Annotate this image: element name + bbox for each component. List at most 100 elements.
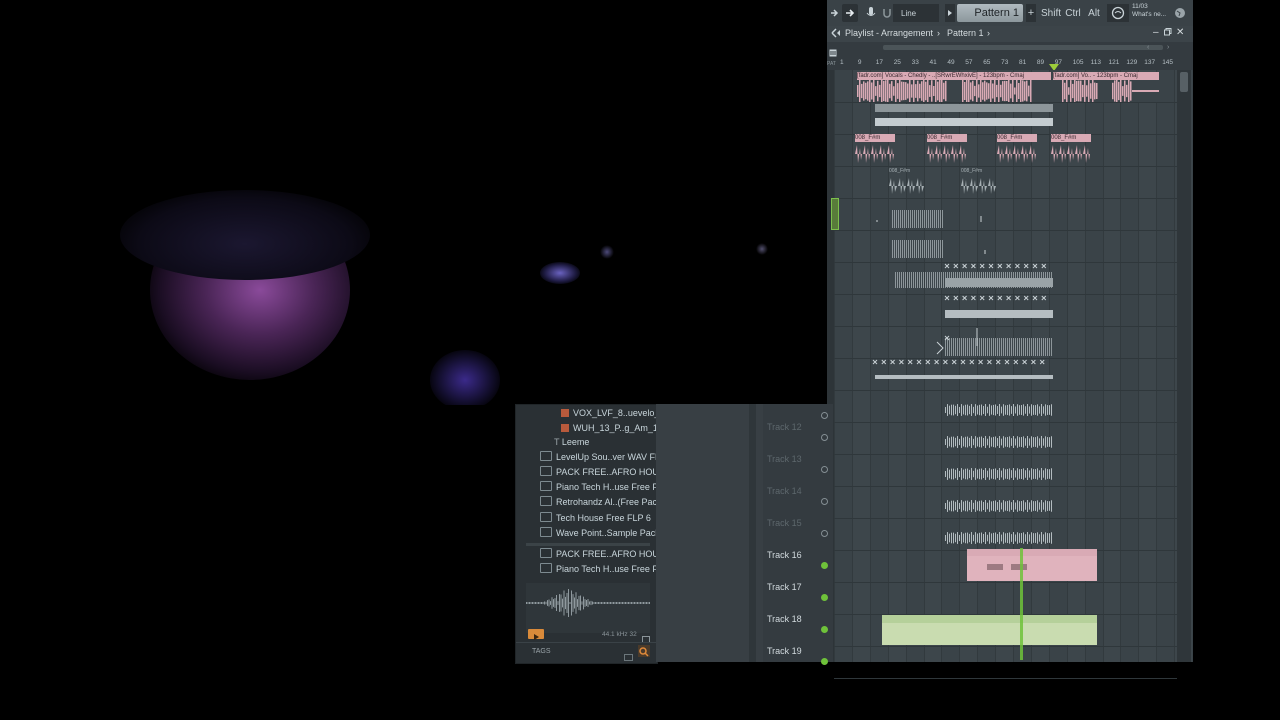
browser-item[interactable]: WUH_13_P..g_Am_123	[516, 421, 657, 436]
track-name[interactable]: Track 14	[767, 486, 802, 496]
pattern-selector[interactable]: Pattern 1	[957, 4, 1023, 22]
track-mute-led[interactable]	[821, 530, 828, 537]
gray-clip[interactable]	[945, 528, 1053, 548]
add-pattern-button[interactable]: +	[1026, 4, 1036, 22]
track-name[interactable]: Track 13	[767, 454, 802, 464]
timeline-ruler[interactable]: ‹ › PAT 1 9 17 25 33 41 49 57 65 73 81 89 97 105 113 12…	[827, 42, 1193, 71]
track-mute-led[interactable]	[821, 594, 828, 601]
ctrl-key[interactable]: Ctrl	[1063, 4, 1083, 22]
track-mute-led[interactable]	[821, 562, 828, 569]
folder-icon[interactable]	[624, 648, 633, 666]
track-name[interactable]: Track 19	[767, 646, 802, 656]
track-name[interactable]: Track 16	[767, 550, 802, 560]
ruler-tick: 41	[929, 59, 937, 66]
pat-icon[interactable]	[829, 44, 837, 57]
horizontal-scrollbar[interactable]	[883, 45, 1163, 50]
track18-clip[interactable]	[882, 623, 1097, 645]
snap-selector[interactable]: Line	[893, 4, 939, 22]
pattern-clip-row2[interactable]	[875, 104, 1053, 112]
alt-key[interactable]: Alt	[1085, 4, 1103, 22]
track-mute-led[interactable]	[821, 466, 828, 473]
clip-vocals-2[interactable]: [fadr.com] Vo.. - 123bpm - Cmaj	[1053, 72, 1159, 80]
playlist-title: Playlist - Arrangement	[845, 28, 934, 38]
splitter[interactable]	[749, 404, 756, 662]
track-name[interactable]: Track 12	[767, 422, 802, 432]
browser-item[interactable]: Piano Tech H..use Free FLP	[516, 562, 657, 577]
news-icon[interactable]	[1107, 4, 1129, 22]
minimize-icon[interactable]: –	[1153, 27, 1159, 38]
browser-item[interactable]: Tech House Free FLP 6	[516, 511, 657, 526]
ruler-tick: 121	[1108, 59, 1120, 66]
list-divider	[526, 543, 650, 546]
play-preview-icon[interactable]	[528, 629, 544, 640]
file-browser: VOX_LVF_8..uevelo_Am WUH_13_P..g_Am_123 T …	[515, 404, 658, 664]
gray-clip[interactable]	[945, 432, 1053, 452]
scroll-left-icon[interactable]: ‹	[1147, 44, 1155, 51]
text-file-icon: T	[554, 437, 562, 447]
browser-item[interactable]: PACK FREE..AFRO HOUSE)	[516, 547, 657, 562]
ctrl-label: Ctrl	[1065, 7, 1081, 19]
browser-item[interactable]: Retrohandz Al..(Free Pack)	[516, 495, 657, 510]
track-name[interactable]: Track 15	[767, 518, 802, 528]
ruler-tick: 137	[1144, 59, 1156, 66]
close-icon[interactable]: ✕	[1176, 27, 1184, 38]
clip-008-waveform	[927, 143, 967, 165]
globe-icon[interactable]	[1173, 4, 1187, 22]
microphone-icon[interactable]	[864, 4, 878, 22]
browser-item[interactable]: VOX_LVF_8..uevelo_Am	[516, 406, 657, 421]
track-mute-led[interactable]	[821, 434, 828, 441]
gray-clip[interactable]	[945, 464, 1053, 484]
clip-008[interactable]: 008_F#m	[1051, 134, 1091, 142]
folder-icon	[540, 466, 552, 476]
vocals-waveform	[857, 80, 1159, 102]
tags-bar[interactable]: TAGS	[516, 642, 657, 663]
playlist-title-bar: Playlist - Arrangement › Pattern 1 › – ✕	[827, 26, 1193, 42]
arrow-right-icon[interactable]	[842, 4, 858, 22]
pattern-clip-row3[interactable]	[875, 118, 1053, 126]
folder-icon	[540, 548, 552, 558]
shift-key[interactable]: Shift	[1041, 4, 1061, 22]
browser-item-label: Tech House Free FLP 6	[556, 513, 651, 523]
restore-icon[interactable]	[1164, 28, 1172, 38]
clip-008[interactable]: 008_F#m	[997, 134, 1037, 142]
playlist-grid[interactable]: [fadr.com] Vocals - Chedly - ..[SRwrEWhx…	[827, 70, 1193, 679]
scroll-right-icon[interactable]: ›	[1167, 44, 1175, 51]
browser-item[interactable]: Wave Point..Sample Packs	[516, 526, 657, 541]
track16-clip[interactable]	[967, 556, 1097, 581]
scroll-thumb[interactable]	[1180, 72, 1188, 92]
track16-clip-head[interactable]	[967, 549, 1097, 556]
clip-008-waveform	[997, 143, 1037, 165]
track-name[interactable]: Track 17	[767, 582, 802, 592]
browser-item[interactable]: PACK FREE..AFRO HOUSE)	[516, 465, 657, 480]
clip-008-gray[interactable]: 008_F#m	[961, 168, 1001, 175]
magnet-icon[interactable]	[883, 4, 891, 22]
news-panel[interactable]: 11/03 What's ne...	[1132, 3, 1172, 19]
clip-008[interactable]: 008_F#m	[855, 134, 895, 142]
track-mute-led[interactable]	[821, 412, 828, 419]
browser-item-label: WUH_13_P..g_Am_123	[573, 423, 657, 433]
shift-label: Shift	[1041, 7, 1062, 19]
playlist-menu-icon[interactable]	[831, 28, 841, 40]
clip-008-waveform	[855, 143, 895, 165]
browser-item[interactable]: T Leeme	[516, 435, 657, 450]
clip-vocals[interactable]: [fadr.com] Vocals - Chedly - ..[SRwrEWhx…	[857, 72, 1051, 80]
browser-item[interactable]: LevelUp Sou..ver WAV FLP	[516, 450, 657, 465]
vertical-scrollbar[interactable]	[1177, 70, 1191, 662]
track-mute-led[interactable]	[821, 658, 828, 665]
track-mute-led[interactable]	[821, 626, 828, 633]
browser-item[interactable]: Piano Tech H..use Free FLP	[516, 480, 657, 495]
clip-008[interactable]: 008_F#m	[927, 134, 967, 142]
gray-clip[interactable]	[945, 400, 1053, 420]
sample-preview[interactable]	[526, 583, 650, 633]
search-icon[interactable]	[638, 645, 650, 657]
playlist-pattern-name: Pattern 1	[947, 28, 984, 38]
arrow-right-icon[interactable]	[829, 4, 839, 22]
browser-item-label: Leeme	[561, 437, 590, 447]
gray-clip[interactable]	[945, 496, 1053, 516]
clip-008-gray[interactable]: 008_F#m	[889, 168, 929, 175]
browser-list[interactable]: VOX_LVF_8..uevelo_Am WUH_13_P..g_Am_123 T …	[516, 405, 657, 574]
track-name[interactable]: Track 18	[767, 614, 802, 624]
prev-pattern-button[interactable]	[945, 4, 955, 22]
track18-clip-head[interactable]	[882, 615, 1097, 623]
track-mute-led[interactable]	[821, 498, 828, 505]
